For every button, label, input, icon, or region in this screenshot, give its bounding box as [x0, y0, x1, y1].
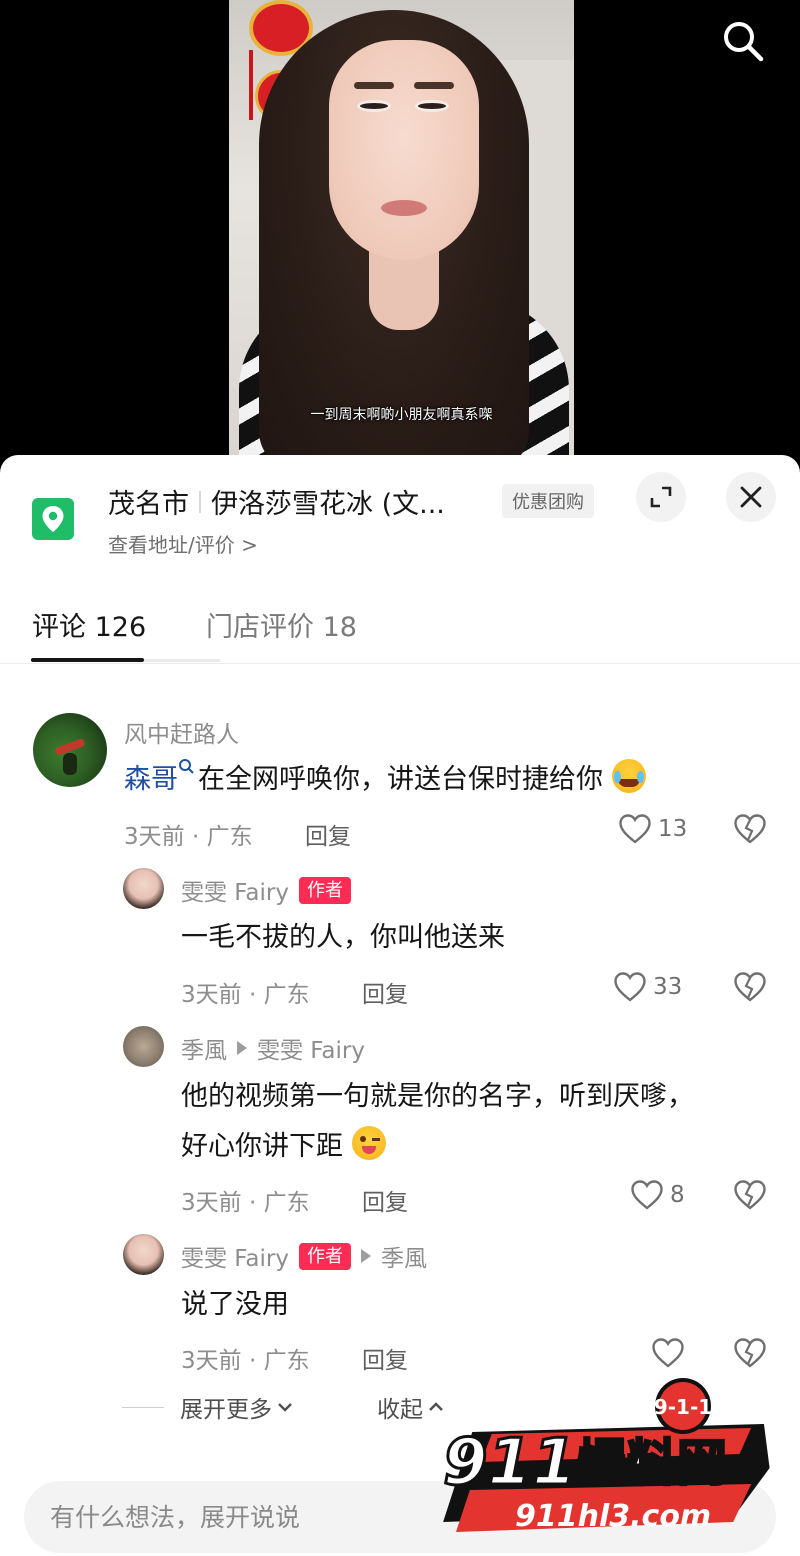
crying-laughing-emoji-icon: [611, 759, 646, 793]
avatar[interactable]: [123, 1026, 164, 1067]
title-separator: [199, 490, 201, 513]
tab-comments[interactable]: 评论 126: [32, 605, 146, 644]
watermark-brand-text: 爆料网: [577, 1434, 727, 1492]
like-button[interactable]: 13: [618, 813, 687, 845]
reply-username[interactable]: 季風 雯雯 Fairy: [181, 1031, 365, 1065]
watermark-url: 911hl3.com: [515, 1499, 711, 1534]
reply-text-line1: 他的视频第一句就是你的名字，听到厌嗲，: [181, 1081, 694, 1112]
reply-time-location: 3天前 · 广东: [181, 1190, 310, 1216]
map-pin-icon: [32, 498, 74, 540]
broken-heart-icon[interactable]: [733, 971, 767, 1003]
search-button[interactable]: [718, 16, 768, 66]
author-badge: 作者: [298, 876, 351, 904]
mention-link[interactable]: 森哥: [124, 764, 178, 795]
right-brow: [414, 82, 454, 89]
mention-search-icon: [179, 759, 194, 774]
like-count: 33: [653, 974, 683, 1000]
reply-button[interactable]: 回复: [362, 1183, 408, 1217]
like-button[interactable]: [651, 1337, 685, 1369]
username-text: 季風: [181, 1038, 227, 1064]
expand-more-button[interactable]: 展开更多: [180, 1390, 294, 1424]
heart-icon: [614, 972, 646, 1002]
reply-text: 说了没用: [181, 1289, 289, 1320]
like-count: 8: [670, 1182, 685, 1208]
broken-heart-icon[interactable]: [733, 1337, 767, 1369]
right-eye: [415, 100, 449, 112]
comment-time-location: 3天前 · 广东: [124, 824, 253, 850]
broken-heart-icon[interactable]: [733, 813, 767, 845]
chevron-down-icon: [278, 1403, 292, 1412]
reply-button[interactable]: 回复: [362, 975, 408, 1009]
reply-arrow-icon: [360, 1249, 371, 1263]
video-frame: [229, 0, 574, 470]
reply-body: 好心你讲下距: [181, 1131, 343, 1162]
reply-arrow-icon: [237, 1041, 247, 1055]
watermark-badge: 9-1-1: [654, 1395, 712, 1419]
expand-more-label: 展开更多: [180, 1397, 272, 1423]
avatar[interactable]: [123, 1234, 164, 1275]
group-deal-tag[interactable]: 优惠团购: [502, 484, 594, 518]
face: [329, 40, 479, 260]
close-icon: [740, 486, 762, 508]
reply-text-line2: 好心你讲下距: [181, 1122, 386, 1172]
heart-icon: [631, 1180, 663, 1210]
reply-username[interactable]: 雯雯 Fairy 作者 季風: [181, 1239, 427, 1273]
watermark-logo: 9-1-1 911 爆料网 911hl3.com: [442, 1378, 770, 1534]
search-icon: [724, 22, 764, 62]
avatar[interactable]: [33, 713, 107, 787]
reply-text: 一毛不拔的人，你叫他送来: [181, 922, 505, 953]
close-button[interactable]: [726, 472, 776, 522]
like-button[interactable]: 33: [613, 971, 682, 1003]
reply-time-location: 3天前 · 广东: [181, 982, 310, 1008]
thread-divider: [122, 1407, 164, 1408]
watermark-brand-number: 911: [443, 1426, 577, 1500]
reply-button[interactable]: 回复: [362, 1341, 408, 1375]
reply-to-username[interactable]: 雯雯 Fairy: [257, 1031, 365, 1065]
lips: [381, 200, 427, 216]
expand-button[interactable]: [636, 472, 686, 522]
active-tab-indicator: [31, 658, 144, 662]
heart-icon: [652, 1338, 684, 1368]
comment-username[interactable]: 风中赶路人: [124, 715, 239, 749]
video-player[interactable]: 一到周末啊啲小朋友啊真系㗎: [0, 0, 800, 470]
reply-button[interactable]: 回复: [305, 817, 351, 851]
address-review-link[interactable]: 查看地址/评价 >: [108, 529, 258, 558]
comment-tabs: 评论 126 门店评价 18: [0, 590, 800, 664]
broken-heart-icon[interactable]: [733, 1179, 767, 1211]
heart-icon: [619, 814, 651, 844]
reply-time-location: 3天前 · 广东: [181, 1348, 310, 1374]
left-brow: [354, 82, 394, 89]
winking-tongue-emoji-icon: [351, 1126, 386, 1160]
location-card[interactable]: 茂名市 伊洛莎雪花冰 (文... 查看地址/评价 > 优惠团购: [0, 455, 800, 565]
comment-body: 在全网呼唤你，讲送台保时捷给你: [198, 764, 603, 795]
username-text: 雯雯 Fairy: [181, 880, 289, 906]
avatar[interactable]: [123, 868, 164, 909]
expand-icon: [650, 486, 672, 508]
location-city: 茂名市: [108, 489, 189, 520]
username-text: 雯雯 Fairy: [181, 1246, 289, 1272]
tab-indicator-track: [144, 659, 220, 662]
location-shop: 伊洛莎雪花冰 (文...: [211, 489, 445, 520]
left-eye: [357, 100, 391, 112]
video-subtitle: 一到周末啊啲小朋友啊真系㗎: [310, 407, 493, 423]
author-badge: 作者: [298, 1242, 351, 1270]
reply-username[interactable]: 雯雯 Fairy 作者: [181, 873, 351, 907]
comment-text: 森哥 在全网呼唤你，讲送台保时捷给你: [124, 755, 646, 805]
tab-store-reviews[interactable]: 门店评价 18: [206, 605, 357, 644]
location-title: 茂名市 伊洛莎雪花冰 (文...: [108, 482, 445, 521]
like-button[interactable]: 8: [630, 1179, 685, 1211]
reply-to-username[interactable]: 季風: [381, 1239, 427, 1273]
like-count: 13: [658, 816, 688, 842]
